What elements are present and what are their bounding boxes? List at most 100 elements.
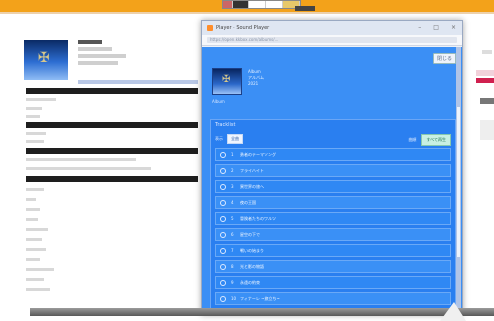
section-header [26, 148, 198, 154]
sort-label: 曲順 [408, 137, 417, 142]
close-button[interactable]: 閉じる [432, 53, 456, 64]
background-page: ✠ [18, 22, 198, 312]
menu-item[interactable] [223, 1, 233, 8]
play-icon[interactable] [220, 167, 226, 174]
play-icon[interactable] [220, 215, 226, 222]
side-line [482, 50, 492, 54]
scrollbar[interactable] [456, 47, 461, 314]
window-titlebar[interactable]: Player · Sound Player – □ × [202, 21, 462, 35]
bottom-shadow-bar [30, 308, 494, 316]
text-line [26, 238, 42, 241]
info-line [78, 47, 112, 51]
text-line [26, 288, 50, 291]
app-icon [207, 25, 213, 31]
popup-window: Player · Sound Player – □ × https://open… [201, 20, 463, 315]
text-line [26, 98, 56, 101]
tracklist-panel: Tracklist 表示 全曲 曲順 すべて再生 1 勇者のテーマソング 2 フライハ… [210, 119, 456, 314]
text-line [26, 140, 44, 143]
track-number: 2 [231, 168, 234, 173]
track-row[interactable]: 7 戦いの始まり [215, 244, 451, 257]
side-label [480, 98, 494, 104]
track-number: 10 [231, 296, 237, 301]
play-icon[interactable] [220, 151, 226, 158]
filter-select[interactable]: 全曲 [227, 134, 243, 144]
track-list: 1 勇者のテーマソング 2 フライハイト 3 異世界の旅へ 4 夜の王国 5 冒険者たちのワルツ 6… [211, 148, 455, 305]
track-row[interactable]: 2 フライハイト [215, 164, 451, 177]
text-line [26, 248, 46, 251]
panel-controls: 表示 全曲 曲順 すべて再生 [211, 130, 455, 148]
text-line [26, 132, 46, 135]
track-title: 異世界の旅へ [240, 183, 264, 189]
album-header: ✠ Album アルバム 2021 Album [210, 66, 456, 106]
track-row[interactable]: 9 永遠の約束 [215, 276, 451, 289]
play-icon[interactable] [220, 295, 226, 302]
play-icon[interactable] [220, 247, 226, 254]
info-line [78, 40, 102, 44]
text-line [26, 115, 40, 118]
right-background [468, 40, 494, 290]
text-line [26, 208, 40, 211]
text-line [26, 268, 54, 271]
menu-item[interactable] [266, 1, 283, 8]
maximize-icon[interactable]: □ [433, 24, 439, 31]
toolbar-submenu[interactable] [295, 6, 315, 11]
track-row[interactable]: 3 異世界の旅へ [215, 180, 451, 193]
menu-item[interactable] [249, 1, 266, 8]
text-line [26, 198, 36, 201]
menu-item[interactable] [233, 1, 249, 8]
track-row[interactable]: 5 冒険者たちのワルツ [215, 212, 451, 225]
album-meta: Album アルバム 2021 [248, 69, 264, 87]
text-line [26, 228, 48, 231]
track-title: フィナーレ ~旅立ち~ [240, 295, 280, 301]
text-line [26, 218, 38, 221]
play-icon[interactable] [220, 183, 226, 190]
album-thumbnail: ✠ [212, 68, 242, 95]
text-line [26, 158, 136, 161]
scrollbar-thumb[interactable] [457, 107, 460, 257]
track-title: フライハイト [240, 167, 264, 173]
window-title: Player · Sound Player [216, 25, 270, 31]
album-info [78, 40, 188, 68]
album-link-bar[interactable] [78, 80, 198, 84]
text-line [26, 167, 151, 170]
bg-page-title [18, 22, 198, 28]
cover-emblem-icon: ✠ [38, 50, 50, 66]
track-row[interactable]: 1 勇者のテーマソング [215, 148, 451, 161]
bottom-bar [0, 302, 494, 321]
track-title: 永遠の約束 [240, 279, 260, 285]
panel-title: Tracklist [215, 122, 236, 128]
text-line [26, 278, 44, 281]
side-action-button[interactable] [476, 78, 494, 83]
track-number: 8 [231, 264, 234, 269]
close-icon[interactable]: × [451, 24, 456, 31]
section-header [26, 176, 198, 182]
info-line [78, 61, 118, 65]
minimize-icon[interactable]: – [418, 24, 421, 31]
side-panel [480, 120, 494, 140]
track-row[interactable]: 4 夜の王国 [215, 196, 451, 209]
track-number: 6 [231, 232, 234, 237]
info-line [78, 54, 126, 58]
text-line [26, 107, 42, 110]
track-title: 夜の王国 [240, 199, 256, 205]
play-icon[interactable] [220, 263, 226, 270]
play-icon[interactable] [220, 199, 226, 206]
top-toolbar [0, 0, 494, 12]
play-all-button[interactable]: すべて再生 [421, 134, 451, 146]
track-title: 冒険者たちのワルツ [240, 215, 276, 221]
track-title: 光と影の物語 [240, 263, 264, 269]
toolbar-menu[interactable] [222, 0, 301, 9]
side-chip [476, 70, 494, 76]
track-row[interactable]: 6 星空の下で [215, 228, 451, 241]
play-icon[interactable] [220, 231, 226, 238]
screen: ✠ Player · Sound Player – □ × https://op… [0, 0, 494, 321]
track-number: 1 [231, 152, 234, 157]
track-title: 戦いの始まり [240, 247, 264, 253]
play-icon[interactable] [220, 279, 226, 286]
album-tag: Album [212, 99, 225, 104]
track-number: 3 [231, 184, 234, 189]
track-row[interactable]: 8 光と影の物語 [215, 260, 451, 273]
window-controls: – □ × [418, 24, 456, 31]
track-title: 星空の下で [240, 231, 260, 237]
url-field[interactable]: https://open.kkbox.com/albums/... [207, 37, 457, 43]
